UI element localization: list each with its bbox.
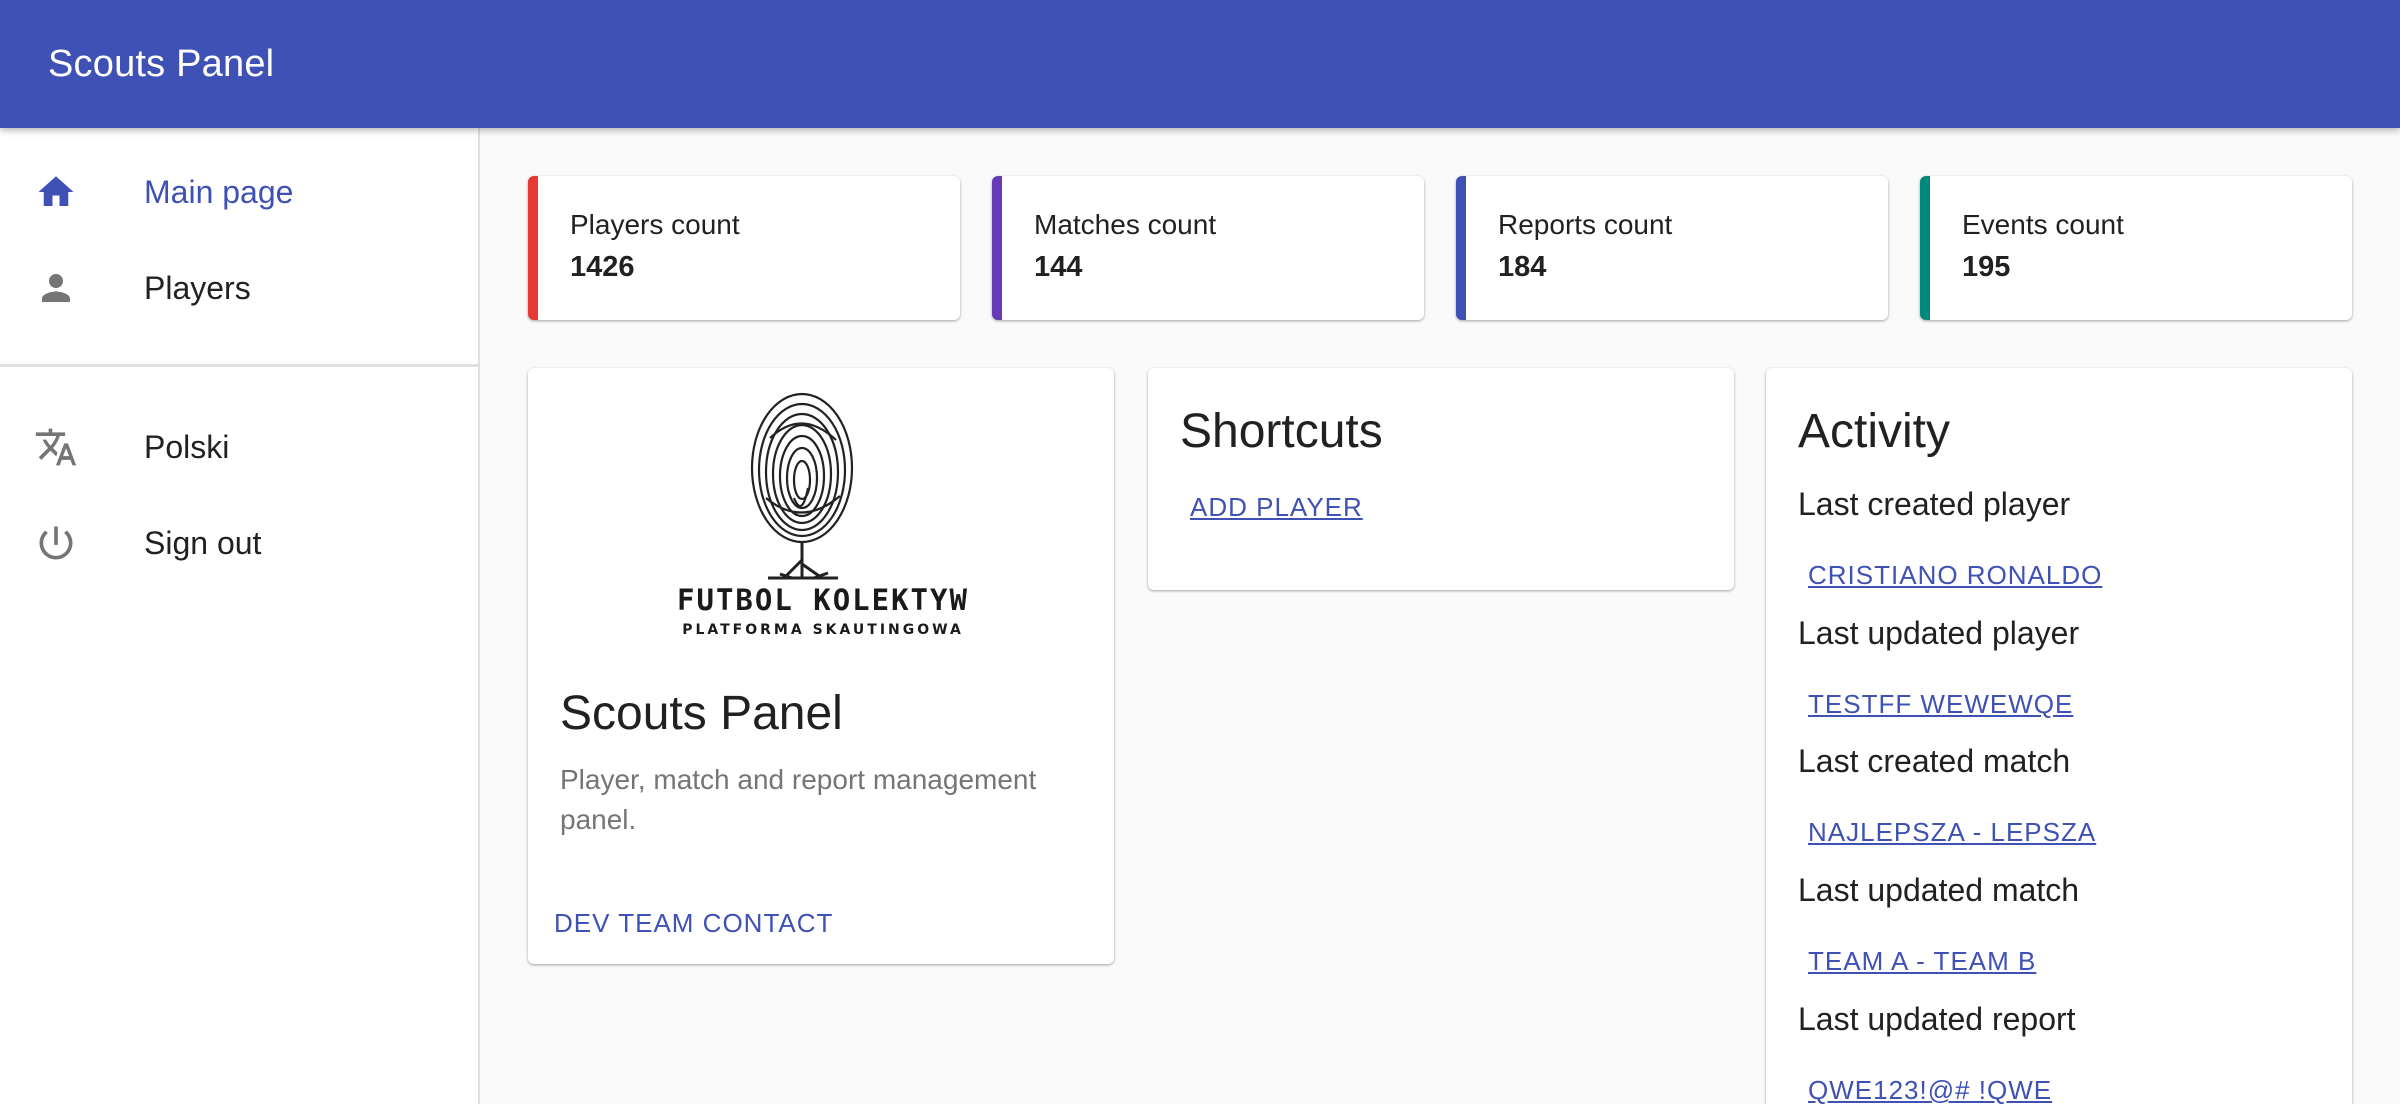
sidebar-item-label: Players — [144, 269, 251, 306]
activity-label: Last updated report — [1798, 1001, 2076, 1037]
sidebar-item-label: Main page — [144, 173, 294, 210]
stat-label: Reports count — [1498, 209, 1673, 240]
sidebar-item-label: Polski — [144, 428, 230, 465]
activity-link[interactable]: CRISTIANO RONALDO — [1808, 560, 2102, 591]
stat-label: Events count — [1962, 209, 2124, 240]
shortcuts-card: Shortcuts ADD PLAYER — [1148, 368, 1734, 590]
stat-label: Matches count — [1034, 209, 1217, 240]
stat-card-matches: Matches count 144 — [992, 176, 1424, 320]
about-card: FUTBOL KOLEKTYW PLATFORMA SKAUTINGOWA Sc… — [528, 368, 1114, 964]
stat-card-players: Players count 1426 — [528, 176, 960, 320]
activity-card: Activity Last created player CRISTIANO R… — [1766, 368, 2352, 1104]
activity-link[interactable]: QWE123!@# !QWE — [1808, 1075, 2052, 1104]
logo-wordmark: FUTBOL KOLEKTYW — [677, 583, 969, 617]
main-content: Players count 1426 Matches count 144 Rep… — [480, 128, 2400, 1104]
stat-card-events: Events count 195 — [1920, 176, 2352, 320]
activity-title: Activity — [1798, 405, 1951, 458]
sidebar-item-main-page[interactable]: Main page — [0, 144, 478, 240]
stat-value: 184 — [1498, 251, 1547, 283]
sidebar: Main page Players Polski Sign out — [0, 128, 480, 1104]
about-title: Scouts Panel — [560, 687, 843, 740]
about-description: Player, match and report management pane… — [560, 764, 1037, 835]
shortcuts-title: Shortcuts — [1180, 405, 1383, 458]
app-bar: Scouts Panel — [0, 0, 2400, 128]
activity-link[interactable]: NAJLEPSZA - LEPSZA — [1808, 817, 2096, 848]
dev-team-contact-button[interactable]: DEV TEAM CONTACT — [554, 904, 833, 943]
power-icon — [28, 515, 84, 571]
stat-label: Players count — [570, 209, 740, 240]
sidebar-primary-list: Main page Players — [0, 128, 478, 336]
translate-icon — [28, 419, 84, 475]
activity-link[interactable]: TEAM A - TEAM B — [1808, 946, 2036, 977]
stat-card-reports: Reports count 184 — [1456, 176, 1888, 320]
activity-label: Last updated match — [1798, 872, 2080, 908]
activity-label: Last created match — [1798, 743, 2071, 779]
stat-value: 144 — [1034, 251, 1083, 283]
activity-label: Last updated player — [1798, 615, 2080, 651]
add-player-link[interactable]: ADD PLAYER — [1190, 492, 1363, 523]
logo-tagline: PLATFORMA SKAUTINGOWA — [682, 622, 964, 638]
activity-link[interactable]: TESTFF WEWEWQE — [1808, 689, 2073, 720]
app-title: Scouts Panel — [48, 42, 275, 85]
home-icon — [28, 164, 84, 220]
stat-value: 1426 — [570, 251, 635, 283]
person-icon — [28, 260, 84, 316]
sidebar-secondary-list: Polski Sign out — [0, 399, 478, 591]
sidebar-item-sign-out[interactable]: Sign out — [0, 495, 478, 591]
sidebar-item-players[interactable]: Players — [0, 240, 478, 336]
sidebar-item-language[interactable]: Polski — [0, 399, 478, 495]
stat-value: 195 — [1962, 251, 2011, 283]
sidebar-item-label: Sign out — [144, 524, 262, 561]
sidebar-divider — [0, 364, 478, 367]
futbol-kolektyw-logo: FUTBOL KOLEKTYW PLATFORMA SKAUTINGOWA — [677, 392, 969, 638]
activity-label: Last created player — [1798, 486, 2071, 522]
